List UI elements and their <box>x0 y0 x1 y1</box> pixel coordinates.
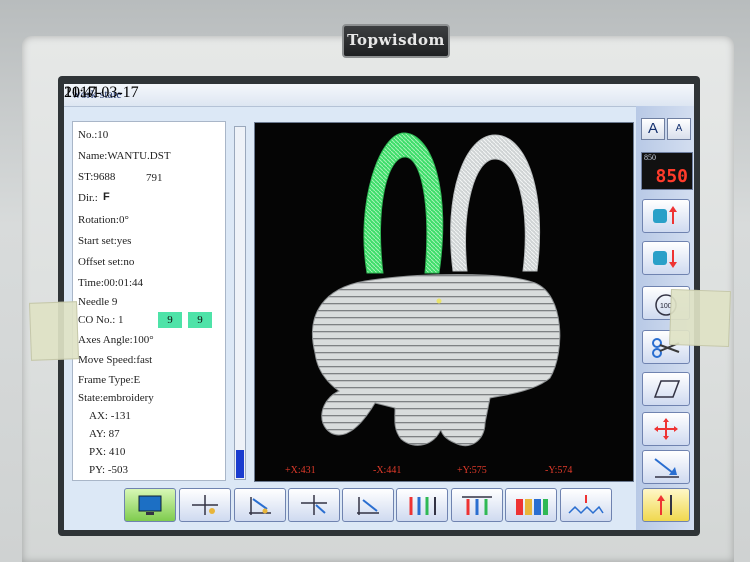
co-value-b[interactable]: 9 <box>188 312 212 328</box>
return-start-icon <box>301 495 327 515</box>
speed-down-icon <box>653 250 677 268</box>
stitch-total: ST:9688 <box>78 171 116 183</box>
design-preview: +X:431 -X:441 +Y:575 -Y:574 <box>254 122 634 482</box>
rotation: Rotation:0° <box>78 214 129 226</box>
speed-display: 850 850 <box>641 152 693 190</box>
speed-up-icon <box>653 206 677 224</box>
brand-logo: Topwisdom <box>342 24 450 58</box>
needle-select-icon <box>409 497 436 515</box>
frame-shift-icon <box>249 497 271 515</box>
left-ear <box>363 132 444 274</box>
color-change-icon <box>462 496 492 515</box>
origin-icon <box>654 458 679 478</box>
font-large-button[interactable]: A <box>641 118 665 140</box>
axes-angle: Axes Angle:100° <box>78 334 154 346</box>
monitor-button[interactable] <box>124 488 176 522</box>
stitch-progress-fill <box>236 450 244 478</box>
return-origin-icon <box>357 497 379 515</box>
elapsed-time: Time:00:01:44 <box>78 277 143 289</box>
ay-value: AY: 87 <box>89 428 120 440</box>
stitch-progress-bar <box>234 126 246 480</box>
speed-caption: 850 <box>644 153 656 162</box>
yminus-limit: -Y:574 <box>545 465 573 476</box>
machine-state: State:embroidery <box>78 392 154 404</box>
start-set: Start set:yes <box>78 235 132 247</box>
origin-button[interactable] <box>642 450 690 484</box>
time-label: 11:41 <box>64 84 100 101</box>
design-name: Name:WANTU.DST <box>78 150 171 162</box>
title-bar: work state <box>64 84 694 107</box>
rabbit-design-image <box>311 132 561 447</box>
frame-shift-button[interactable] <box>234 488 286 522</box>
ax-value: AX: -131 <box>89 410 131 422</box>
set-start-button[interactable] <box>179 488 231 522</box>
design-number: No.:10 <box>78 129 109 141</box>
return-start-button[interactable] <box>288 488 340 522</box>
frame-button[interactable] <box>642 372 690 406</box>
stitch-pattern-icon <box>568 495 604 515</box>
needle-select-button[interactable] <box>396 488 448 522</box>
frame-icon <box>653 380 681 398</box>
px-value: PX: 410 <box>89 446 126 458</box>
set-start-icon <box>192 495 218 515</box>
font-small-button[interactable]: A <box>667 118 691 140</box>
stitch-current: 791 <box>146 172 163 184</box>
move-speed: Move Speed:fast <box>78 354 153 366</box>
frame-type: Frame Type:E <box>78 374 141 386</box>
color-change-button[interactable] <box>451 488 503 522</box>
co-number-label: CO No.: 1 <box>78 314 124 326</box>
speed-down-button[interactable] <box>642 241 690 275</box>
move-frame-button[interactable] <box>642 412 690 446</box>
return-origin-button[interactable] <box>342 488 394 522</box>
needle-position-marker <box>436 298 442 304</box>
rabbit-body <box>311 274 561 447</box>
right-ear <box>450 134 541 272</box>
direction-value: F <box>103 191 110 203</box>
tape-left <box>29 301 79 361</box>
control-screen: work state 2017-03-17 11:41 No.:10 Name:… <box>64 84 694 530</box>
co-value-a[interactable]: 9 <box>158 312 182 328</box>
xminus-limit: -X:441 <box>373 465 402 476</box>
thread-color-icon <box>516 499 548 515</box>
thread-color-button[interactable] <box>505 488 557 522</box>
tape-right <box>669 288 731 348</box>
thread-up-icon <box>657 495 672 515</box>
move-arrows-icon <box>654 418 678 440</box>
stitch-pattern-button[interactable] <box>560 488 612 522</box>
xplus-limit: +X:431 <box>285 465 316 476</box>
needle: Needle 9 <box>78 296 118 308</box>
thread-up-button[interactable] <box>642 488 690 522</box>
py-value: PY: -503 <box>89 464 129 476</box>
speed-up-button[interactable] <box>642 199 690 233</box>
offset-set: Offset set:no <box>78 256 135 268</box>
speed-value: 850 <box>655 166 688 187</box>
direction-label: Dir.: <box>78 192 98 204</box>
info-panel: No.:10 Name:WANTU.DST ST:9688 791 Dir.: … <box>72 121 226 481</box>
monitor-icon <box>138 495 162 515</box>
yplus-limit: +Y:575 <box>457 465 487 476</box>
